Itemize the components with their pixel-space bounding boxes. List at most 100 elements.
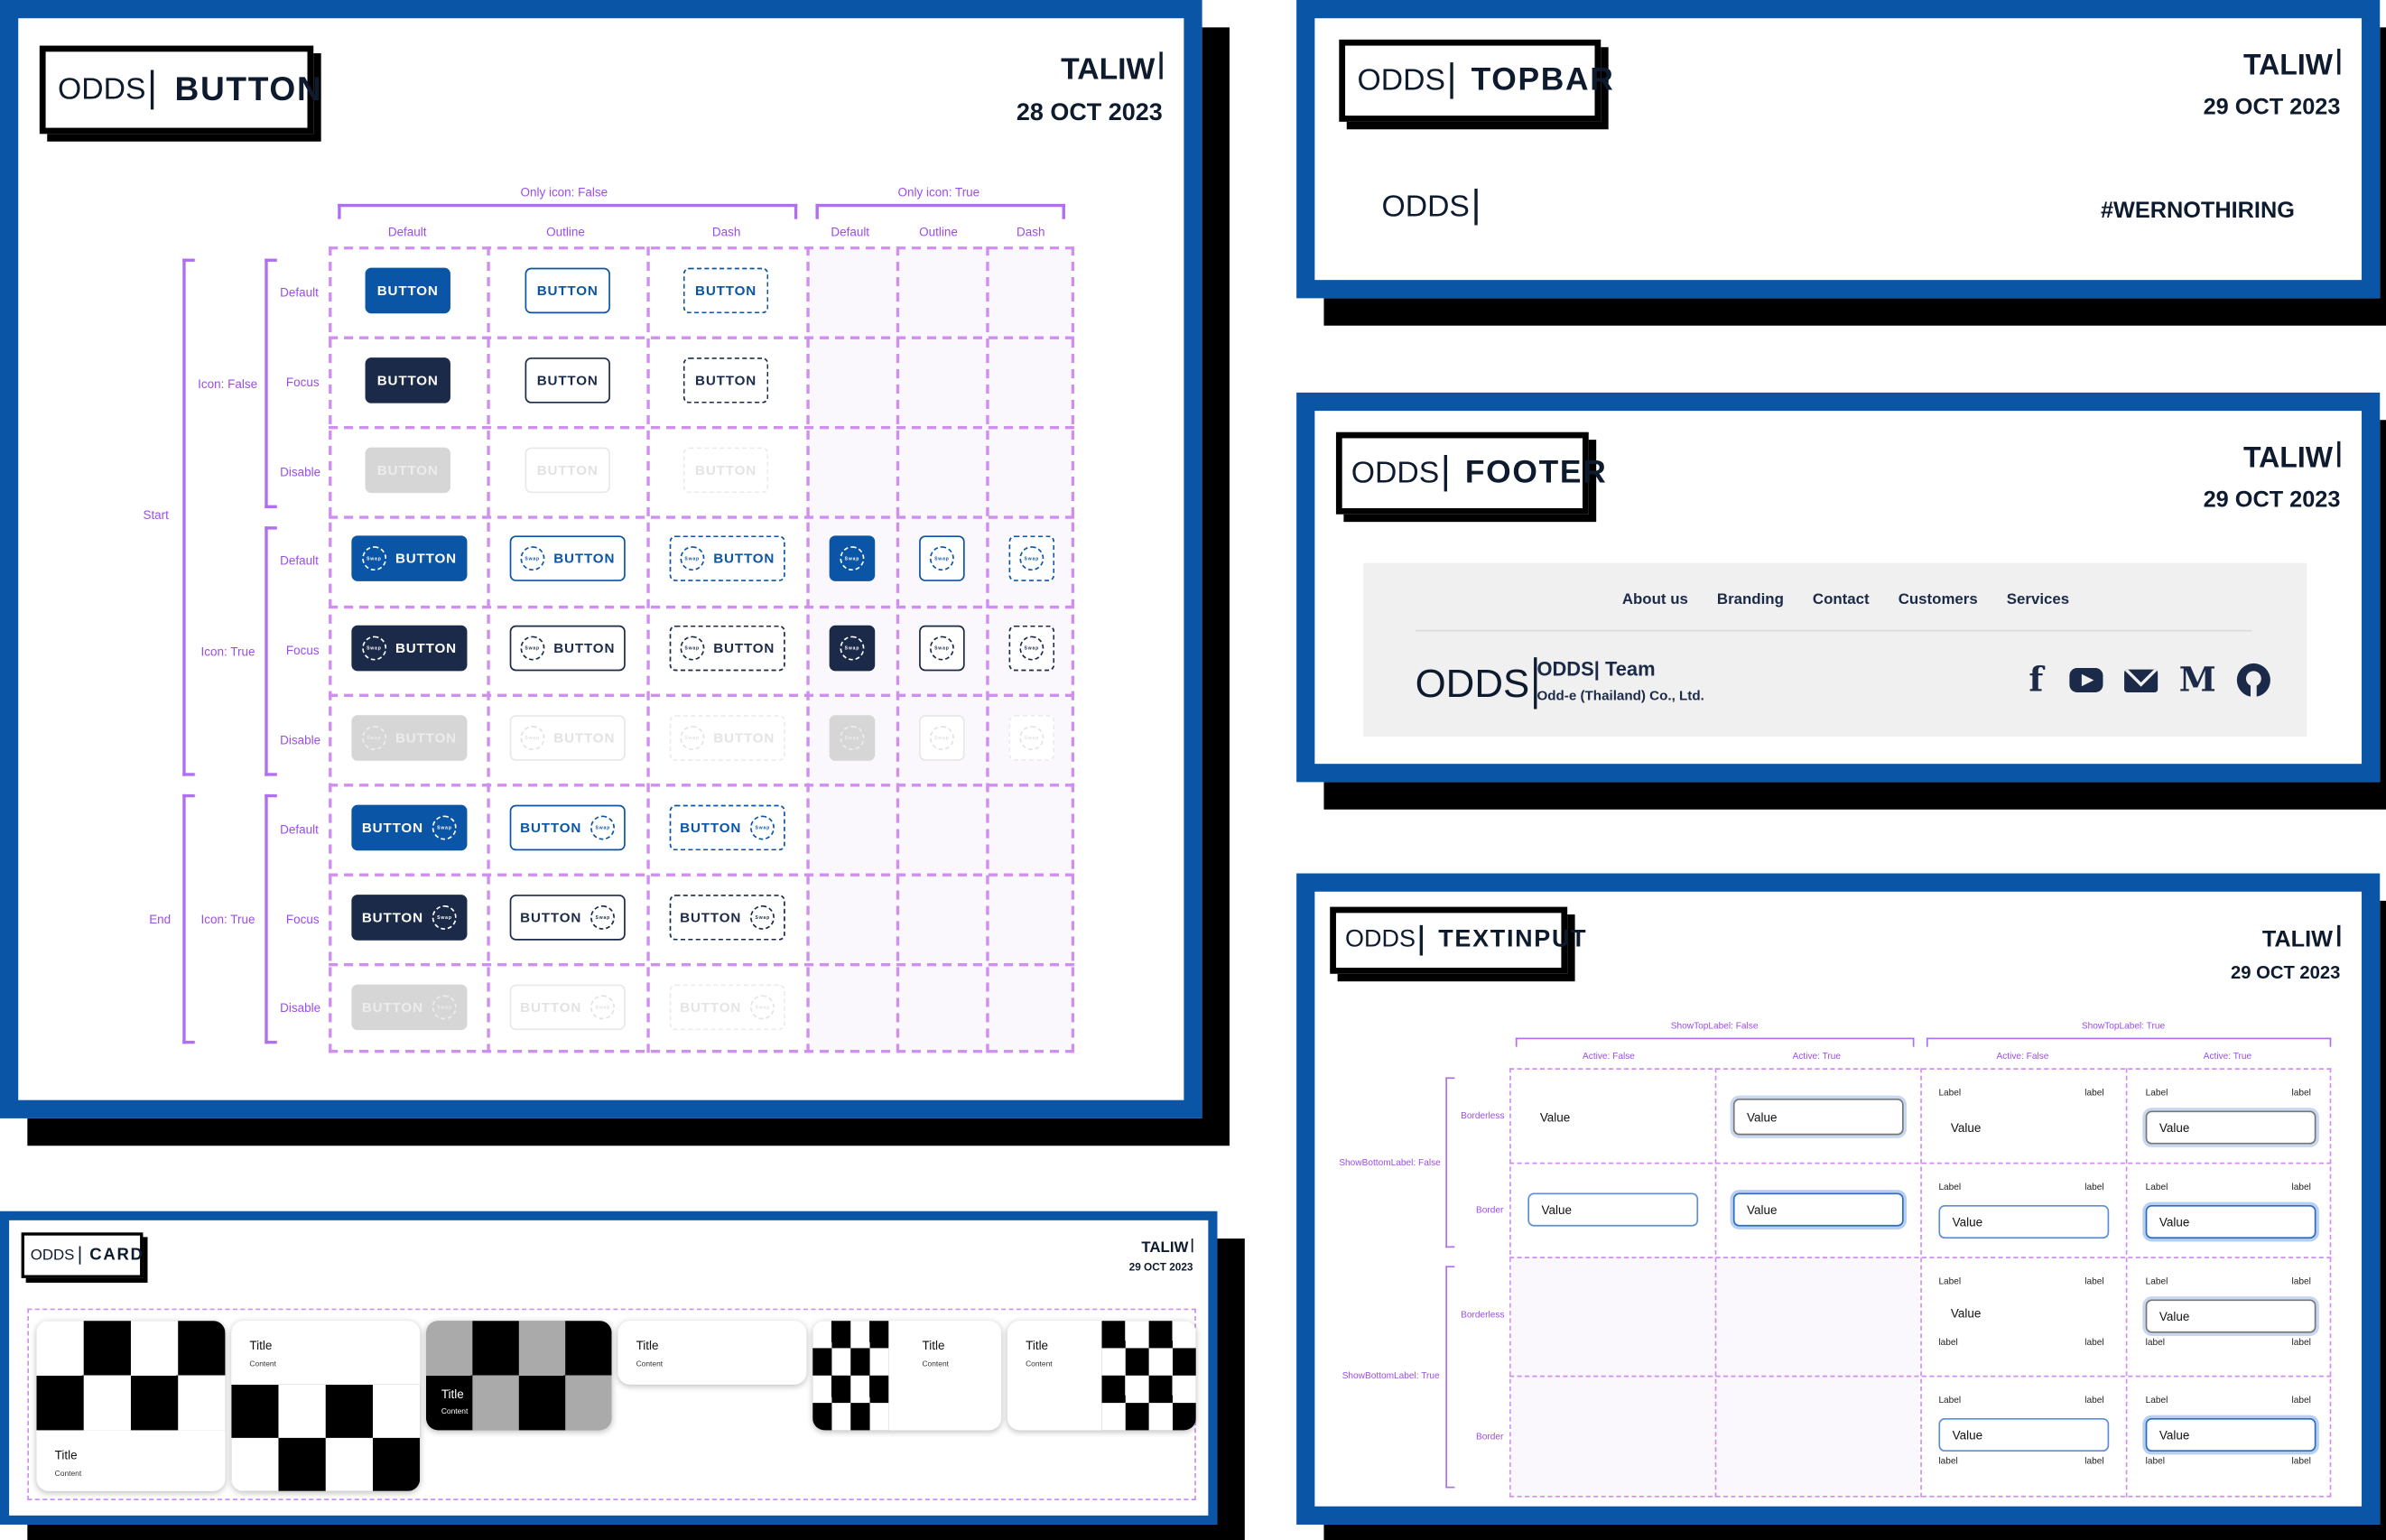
button-dash-icon-start-focus[interactable]: Swap BUTTON — [669, 625, 785, 672]
card-horizontal-image-right[interactable]: Title Content — [1007, 1321, 1196, 1431]
text-input[interactable]: Value — [1732, 1192, 1904, 1227]
icon-button-outline-default[interactable]: Swap — [919, 535, 965, 581]
card-image-overlay[interactable]: Title Content — [425, 1321, 612, 1431]
grid-line — [1509, 1162, 2332, 1164]
text-input[interactable]: Value — [2145, 1299, 2316, 1333]
card-horizontal-image-left[interactable]: Title Content — [812, 1321, 1002, 1431]
swap-icon: Swap — [680, 546, 705, 571]
grid-line — [329, 693, 1075, 697]
text-input[interactable]: Value — [2145, 1110, 2316, 1145]
button-title-box: ODDS BUTTON — [39, 45, 321, 135]
icon-button-dash-focus[interactable]: Swap — [1008, 625, 1055, 672]
button-dash-icon-start-default[interactable]: Swap BUTTON — [669, 535, 785, 581]
swap-icon: Swap — [361, 546, 386, 571]
text-input[interactable]: Value — [1527, 1192, 1699, 1227]
bottom-label: label — [1938, 1457, 1958, 1467]
button-dash-icon-end-focus[interactable]: BUTTON Swap — [669, 895, 785, 941]
footer-link-services[interactable]: Services — [2007, 592, 2069, 609]
button-outline-icon-end-default[interactable]: BUTTON Swap — [509, 804, 626, 851]
footer-logo: ODDS — [1416, 657, 1537, 710]
odds-logo: ODDS — [1345, 924, 1424, 956]
button-solid-focus[interactable]: BUTTON — [365, 357, 450, 404]
icon-button-solid-disabled: Swap — [829, 715, 876, 761]
hashtag-link[interactable]: #WERNOTHIRING — [2101, 198, 2295, 224]
show-bottom-label-true: ShowBottomLabel: True — [1342, 1372, 1440, 1382]
topbar-logo[interactable]: ODDS — [1382, 189, 1478, 226]
button-dash-icon-end-default[interactable]: BUTTON Swap — [669, 804, 785, 851]
button-dash-default[interactable]: BUTTON — [682, 267, 769, 314]
icon-button-outline-focus[interactable]: Swap — [919, 625, 965, 672]
grid-line — [806, 246, 810, 1053]
medium-icon[interactable]: M — [2179, 661, 2216, 700]
card-vertical-image-bottom[interactable]: Title Content — [231, 1321, 421, 1491]
button-outline-icon-start-default[interactable]: Swap BUTTON — [509, 535, 626, 581]
state-default: Default — [280, 822, 319, 838]
state-focus: Focus — [285, 913, 320, 927]
button-dash-focus[interactable]: BUTTON — [682, 357, 769, 404]
text-input[interactable]: Value — [1938, 1110, 2109, 1144]
icon-button-dash-default[interactable]: Swap — [1008, 535, 1055, 581]
card-text-only[interactable]: Title Content — [617, 1321, 807, 1385]
author-name: TALIW — [1061, 51, 1163, 88]
button-solid-default[interactable]: BUTTON — [365, 267, 450, 314]
swap-icon: Swap — [590, 815, 616, 840]
button-dash-icon-end-disabled: BUTTON Swap — [669, 984, 785, 1031]
grid-line — [329, 425, 1075, 430]
top-label: Label — [1938, 1277, 1962, 1288]
text-input[interactable]: Value — [1938, 1204, 2110, 1239]
button-outline-icon-end-focus[interactable]: BUTTON Swap — [509, 895, 626, 941]
text-input[interactable]: Value — [1938, 1417, 2110, 1452]
active-false: Active: False — [1583, 1053, 1635, 1062]
swap-icon: Swap — [840, 726, 865, 750]
active-true: Active: True — [1792, 1053, 1842, 1062]
odds-logo: ODDS — [58, 70, 153, 110]
swap-icon: Swap — [680, 635, 705, 661]
facebook-icon[interactable]: f — [2024, 661, 2048, 700]
footer-link-contact[interactable]: Contact — [1813, 592, 1870, 609]
text-input[interactable]: Value — [1527, 1098, 1699, 1136]
swap-icon: Swap — [1019, 635, 1044, 661]
button-solid-icon-end-default[interactable]: BUTTON Swap — [351, 804, 468, 851]
github-icon[interactable] — [2237, 663, 2271, 697]
footer-link-customers[interactable]: Customers — [1899, 592, 1978, 609]
button-solid-icon-end-focus[interactable]: BUTTON Swap — [351, 895, 468, 941]
text-input[interactable]: Value — [2145, 1417, 2316, 1452]
bottom-false-brace — [1445, 1077, 1455, 1248]
mail-icon[interactable] — [2124, 668, 2159, 692]
swap-icon: Swap — [361, 726, 386, 750]
state-default: Default — [280, 553, 319, 568]
button-dash-disabled: BUTTON — [682, 447, 769, 494]
text-input[interactable]: Value — [1732, 1098, 1904, 1136]
author-name: TALIW — [2243, 48, 2341, 84]
top-label: Label — [1938, 1183, 1962, 1193]
button-dash-icon-start-disabled: Swap BUTTON — [669, 715, 785, 761]
row-borderless: Borderless — [1461, 1112, 1505, 1122]
top-label: Label — [1938, 1396, 1962, 1406]
button-outline-focus[interactable]: BUTTON — [525, 357, 610, 404]
button-solid-icon-start-disabled: Swap BUTTON — [351, 715, 468, 761]
button-outline-default[interactable]: BUTTON — [525, 267, 610, 314]
button-solid-icon-start-default[interactable]: Swap BUTTON — [351, 535, 468, 581]
card-title: Title — [1026, 1339, 1049, 1353]
grid-line — [646, 246, 650, 1053]
panel-date: 29 OCT 2023 — [2230, 961, 2341, 983]
text-input[interactable]: Value — [1938, 1296, 2109, 1330]
top-label: Label — [2145, 1396, 2168, 1406]
button-outline-icon-start-focus[interactable]: Swap BUTTON — [509, 625, 626, 672]
footer-link-about[interactable]: About us — [1622, 592, 1688, 609]
card-title: Title — [636, 1339, 659, 1353]
row-border: Border — [1476, 1206, 1504, 1216]
swap-icon: Swap — [1019, 726, 1044, 750]
icon-button-solid-default[interactable]: Swap — [829, 535, 876, 581]
top-right-label: label — [2291, 1277, 2311, 1288]
icon-button-solid-focus[interactable]: Swap — [829, 625, 876, 672]
icon-false-label: Icon: False — [198, 377, 258, 392]
footer-link-branding[interactable]: Branding — [1717, 592, 1784, 609]
button-solid-icon-start-focus[interactable]: Swap BUTTON — [351, 625, 468, 672]
text-input[interactable]: Value — [2145, 1204, 2316, 1239]
youtube-icon[interactable] — [2069, 667, 2103, 692]
card-vertical-image-top[interactable]: Title Content — [36, 1321, 226, 1491]
card-image — [36, 1321, 226, 1431]
bottom-true-brace — [1445, 1266, 1455, 1489]
card-title-box: ODDS CARD — [21, 1232, 144, 1278]
